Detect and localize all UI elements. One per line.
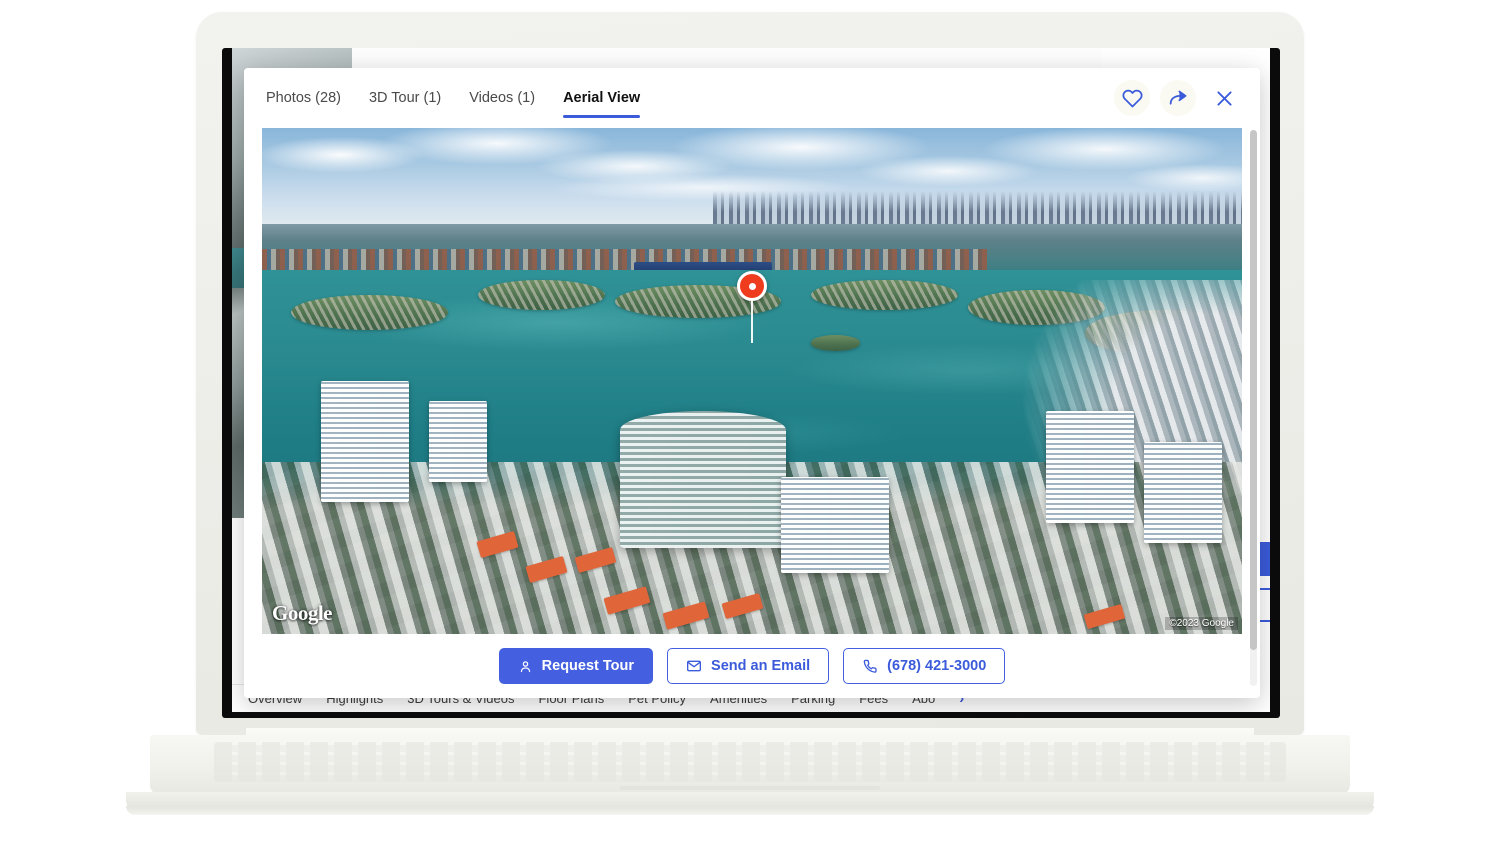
- envelope-icon: [686, 658, 702, 674]
- property-location-pin[interactable]: [737, 271, 767, 344]
- laptop-base-lip: [126, 806, 1374, 815]
- map-highrise-tower: [320, 381, 409, 503]
- map-highrise-tower: [428, 401, 488, 483]
- map-pin-center-dot: [748, 282, 756, 290]
- heart-icon: [1122, 88, 1143, 109]
- request-tour-button[interactable]: Request Tour: [498, 648, 654, 684]
- map-subject-building: [619, 411, 787, 548]
- modal-header-actions: [1114, 80, 1242, 116]
- map-pin-head: [737, 271, 767, 302]
- map-pin-stem: [751, 301, 753, 344]
- screen-viewport: Request Tour Overview Highlights 3D Tour…: [232, 48, 1270, 712]
- laptop-keyboard: [214, 742, 1286, 782]
- modal-header: Photos (28) 3D Tour (1) Videos (1) Aeria…: [244, 68, 1260, 128]
- tab-videos[interactable]: Videos (1): [469, 68, 535, 128]
- share-button[interactable]: [1160, 80, 1196, 116]
- favorite-button[interactable]: [1114, 80, 1150, 116]
- modal-scrollbar-track[interactable]: [1250, 130, 1257, 686]
- tab-photos[interactable]: Photos (28): [266, 68, 341, 128]
- google-logo: Google: [272, 601, 333, 625]
- person-icon: [518, 659, 533, 674]
- map-highrise-tower: [1144, 441, 1223, 543]
- modal-scrollbar-thumb[interactable]: [1250, 130, 1257, 650]
- map-small-island: [810, 335, 860, 351]
- close-button[interactable]: [1206, 80, 1242, 116]
- phone-icon: [862, 658, 878, 674]
- laptop-mockup: Request Tour Overview Highlights 3D Tour…: [0, 0, 1500, 844]
- send-email-label: Send an Email: [711, 658, 811, 674]
- map-highrise-tower: [781, 477, 890, 574]
- share-icon: [1168, 88, 1189, 109]
- map-island: [477, 279, 605, 311]
- close-icon: [1214, 88, 1235, 109]
- tab-aerial-view[interactable]: Aerial View: [563, 68, 641, 128]
- media-gallery-modal: Photos (28) 3D Tour (1) Videos (1) Aeria…: [244, 68, 1260, 698]
- aerial-map-view[interactable]: Google ©2023 Google: [262, 128, 1242, 634]
- map-attribution: ©2023 Google: [1165, 617, 1238, 630]
- laptop-trackpad: [620, 786, 880, 790]
- phone-number-label: (678) 421-3000: [887, 658, 987, 674]
- map-island: [810, 279, 958, 311]
- modal-footer-actions: Request Tour Send an Email (678) 421-300…: [244, 634, 1260, 698]
- send-email-button[interactable]: Send an Email: [667, 648, 830, 684]
- phone-number-button[interactable]: (678) 421-3000: [843, 648, 1006, 684]
- request-tour-label: Request Tour: [541, 658, 635, 674]
- modal-tab-list: Photos (28) 3D Tour (1) Videos (1) Aeria…: [266, 68, 641, 128]
- tab-3d-tour[interactable]: 3D Tour (1): [369, 68, 441, 128]
- map-highrise-tower: [1046, 411, 1135, 523]
